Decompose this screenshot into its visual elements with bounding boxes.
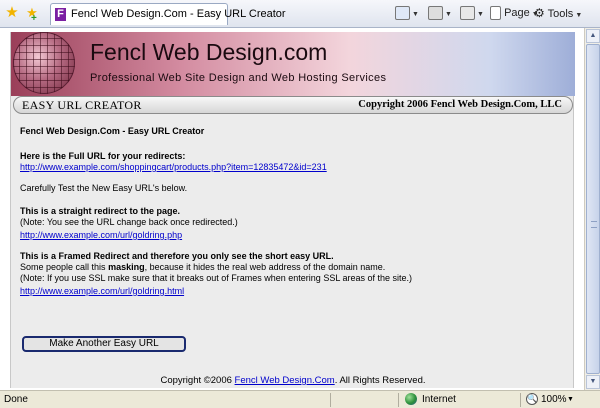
- star-icon[interactable]: ★: [4, 5, 20, 21]
- masking-term: masking: [108, 262, 145, 272]
- brand-tagline: Professional Web Site Design and Web Hos…: [90, 72, 387, 84]
- framed-redirect-note: (Note: If you use SSL make sure that it …: [20, 273, 413, 283]
- print-icon: [460, 6, 475, 21]
- page-container: Fencl Web Design.com Professional Web Si…: [10, 32, 575, 388]
- feed-icon: [428, 6, 443, 21]
- gear-icon: ⚙: [534, 6, 545, 20]
- zoom-dropdown-icon[interactable]: ▼: [567, 392, 574, 408]
- page-heading: Fencl Web Design.Com - Easy URL Creator: [20, 126, 205, 136]
- scroll-up-arrow-icon[interactable]: ▲: [586, 29, 600, 43]
- zoom-icon[interactable]: 🔍: [526, 393, 538, 405]
- site-banner: Fencl Web Design.com Professional Web Si…: [11, 32, 575, 96]
- scroll-grip-icon: [591, 221, 597, 228]
- framed-redirect-desc: Some people call this masking, because i…: [20, 262, 385, 273]
- internet-zone-icon: [405, 393, 417, 405]
- status-text: Done: [4, 394, 28, 405]
- test-note: Carefully Test the New Easy URL's below.: [20, 183, 188, 193]
- vertical-scrollbar[interactable]: ▲ ▼: [584, 28, 600, 390]
- banner-copyright: Copyright 2006 Fencl Web Design.Com, LLC: [358, 99, 562, 110]
- status-divider: [330, 393, 331, 407]
- section-titlebar: EASY URL CREATOR Copyright 2006 Fencl We…: [13, 96, 573, 114]
- feeds-button[interactable]: ▼: [428, 4, 452, 24]
- page-icon: [490, 6, 501, 21]
- browser-tab[interactable]: F Fencl Web Design.Com - Easy URL Creato…: [50, 3, 286, 25]
- framed-desc-pre: Some people call this: [20, 262, 109, 272]
- security-zone-label: Internet: [422, 394, 456, 405]
- framed-redirect-link[interactable]: http://www.example.com/url/goldring.html: [20, 286, 184, 296]
- tab-title: Fencl Web Design.Com - Easy URL Creator: [71, 8, 286, 20]
- globe-grid: [13, 32, 75, 94]
- print-button[interactable]: ▼: [460, 4, 484, 24]
- page-footer: Copyright ©2006 Fencl Web Design.Com. Al…: [11, 375, 575, 386]
- footer-rights-text: . All Rights Reserved.: [334, 375, 426, 386]
- scroll-down-arrow-icon[interactable]: ▼: [586, 375, 600, 389]
- favicon-icon: F: [55, 8, 66, 21]
- tools-menu-label: Tools: [547, 8, 574, 20]
- framed-desc-post: , because it hides the real web address …: [144, 262, 386, 272]
- status-bar: Done Internet 🔍 100% ▼: [0, 390, 600, 408]
- home-button[interactable]: ▼: [395, 4, 419, 24]
- full-url-label: Here is the Full URL for your redirects:: [20, 151, 186, 161]
- straight-redirect-link[interactable]: http://www.example.com/url/goldring.php: [20, 230, 182, 240]
- section-title: EASY URL CREATOR: [22, 98, 142, 112]
- zoom-level[interactable]: 100%: [541, 392, 567, 408]
- browser-viewport: Fencl Web Design.com Professional Web Si…: [0, 28, 584, 390]
- add-favorite-icon[interactable]: ★ +: [24, 5, 40, 24]
- straight-redirect-note: (Note: You see the URL change back once …: [20, 217, 238, 227]
- status-divider: [398, 393, 399, 407]
- full-url-link[interactable]: http://www.example.com/shoppingcart/prod…: [20, 162, 327, 172]
- home-icon: [395, 6, 410, 21]
- status-divider: [520, 393, 521, 407]
- page-menu-label: Page: [504, 7, 530, 19]
- browser-toolbar: ★ ★ + F Fencl Web Design.Com - Easy URL C…: [0, 0, 600, 28]
- make-another-url-button[interactable]: Make Another Easy URL: [22, 336, 186, 352]
- straight-redirect-heading: This is a straight redirect to the page.: [20, 206, 181, 216]
- scroll-thumb[interactable]: [586, 44, 600, 374]
- footer-copyright-text: Copyright ©2006: [160, 375, 235, 386]
- page-menu[interactable]: Page ▼: [490, 4, 539, 24]
- brand-title: Fencl Web Design.com: [90, 39, 328, 65]
- tools-menu[interactable]: ⚙ Tools ▼: [534, 4, 582, 24]
- footer-site-link[interactable]: Fencl Web Design.Com: [235, 375, 335, 386]
- framed-redirect-heading: This is a Framed Redirect and therefore …: [20, 251, 334, 261]
